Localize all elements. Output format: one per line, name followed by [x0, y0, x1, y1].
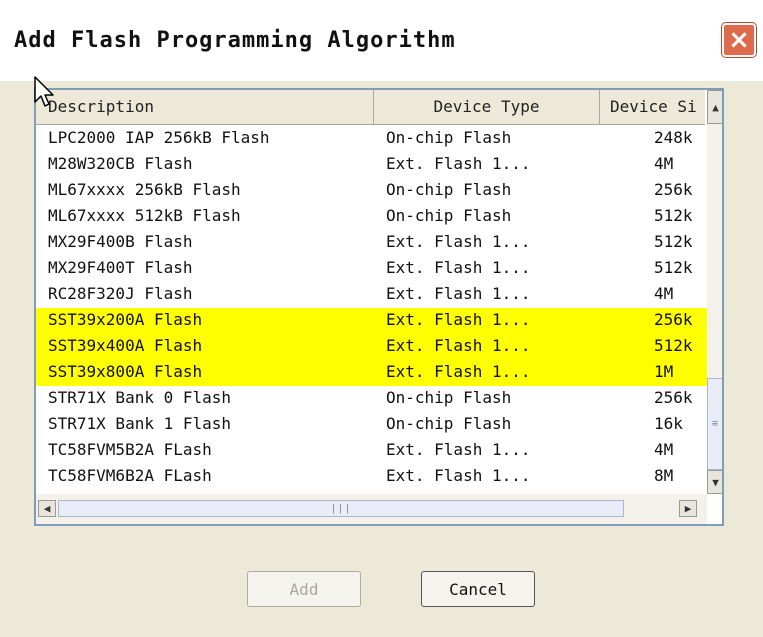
cell-device-size: 512k	[654, 258, 693, 277]
cell-description: SST39x200A Flash	[48, 310, 203, 329]
cell-device-type: Ext. Flash 1...	[386, 258, 531, 277]
cell-device-type: Ext. Flash 1...	[386, 336, 531, 355]
table-row[interactable]: SST39x400A Flash Ext. Flash 1... 512k	[36, 334, 708, 360]
cell-description: STR71X Bank 1 Flash	[48, 414, 232, 433]
cell-device-size: 1M	[654, 362, 674, 381]
cell-description: TC58FVM5B2A FLash	[48, 440, 212, 459]
cell-device-type: On-chip Flash	[386, 414, 512, 433]
scroll-left-button[interactable]: ◀	[38, 500, 56, 517]
table-row[interactable]: SST39x200A Flash Ext. Flash 1... 256k	[36, 308, 708, 334]
cell-device-type: Ext. Flash 1...	[386, 284, 531, 303]
cell-device-type: Ext. Flash 1...	[386, 310, 531, 329]
horizontal-scrollbar[interactable]: ◀ ||| ▶	[36, 494, 707, 524]
scroll-down-button[interactable]: ▼	[707, 470, 722, 494]
list-header: Description Device Type Device Si	[36, 90, 705, 125]
cell-description: SST39x800A Flash	[48, 362, 203, 381]
title-bar: Add Flash Programming Algorithm ×	[0, 0, 763, 80]
table-row[interactable]: TC58FVM5B2A FLash Ext. Flash 1... 4M	[36, 438, 708, 464]
table-row[interactable]: STR71X Bank 0 Flash On-chip Flash 256k	[36, 386, 708, 412]
cell-device-size: 256k	[654, 388, 693, 407]
add-button[interactable]: Add	[247, 571, 361, 607]
cell-device-type: Ext. Flash 1...	[386, 440, 531, 459]
cell-description: ML67xxxx 512kB Flash	[48, 206, 241, 225]
table-row[interactable]: M28W320CB Flash Ext. Flash 1... 4M	[36, 152, 708, 178]
window-title: Add Flash Programming Algorithm	[14, 28, 456, 53]
table-row[interactable]: RC28F320J Flash Ext. Flash 1... 4M	[36, 282, 708, 308]
cell-description: MX29F400T Flash	[48, 258, 193, 277]
grip-icon: ≡	[711, 418, 720, 430]
vertical-scroll-thumb[interactable]: ≡	[707, 378, 722, 470]
table-row[interactable]: STR71X Bank 1 Flash On-chip Flash 16k	[36, 412, 708, 438]
table-row[interactable]: LPC2000 IAP 256kB Flash On-chip Flash 248k	[36, 126, 708, 152]
cell-description: ML67xxxx 256kB Flash	[48, 180, 241, 199]
cell-description: TC58FVM6B2A FLash	[48, 466, 212, 485]
algorithm-list[interactable]: Description Device Type Device Si LPC200…	[34, 88, 724, 526]
table-row[interactable]: MX29F400T Flash Ext. Flash 1... 512k	[36, 256, 708, 282]
table-row[interactable]: TC58FVM6B2A FLash Ext. Flash 1... 8M	[36, 464, 708, 490]
cell-description: MX29F400B Flash	[48, 232, 193, 251]
cell-device-size: 4M	[654, 440, 674, 459]
close-button[interactable]: ×	[721, 22, 757, 58]
cell-description: STR71X Bank 0 Flash	[48, 388, 232, 407]
cell-description: RC28F320J Flash	[48, 284, 193, 303]
cell-device-type: Ext. Flash 1...	[386, 466, 531, 485]
cell-device-size: 8M	[654, 466, 674, 485]
cell-description: SST39x400A Flash	[48, 336, 203, 355]
column-header-device-size[interactable]: Device Si	[600, 90, 707, 124]
scroll-right-button[interactable]: ▶	[679, 500, 697, 517]
cell-device-size: 512k	[654, 206, 693, 225]
chevron-up-icon: ▲	[712, 100, 719, 114]
title-separator	[0, 80, 763, 81]
mouse-cursor-icon	[34, 76, 54, 112]
grip-icon: |||	[330, 503, 352, 514]
chevron-down-icon: ▼	[712, 475, 719, 489]
table-row[interactable]: ML67xxxx 512kB Flash On-chip Flash 512k	[36, 204, 708, 230]
cell-description: M28W320CB Flash	[48, 154, 193, 173]
cell-device-type: On-chip Flash	[386, 388, 512, 407]
chevron-left-icon: ◀	[43, 502, 51, 515]
chevron-right-icon: ▶	[684, 502, 692, 515]
cell-device-size: 512k	[654, 232, 693, 251]
table-row[interactable]: SST39x800A Flash Ext. Flash 1... 1M	[36, 360, 708, 386]
horizontal-scroll-thumb[interactable]: |||	[58, 500, 624, 517]
cell-device-type: On-chip Flash	[386, 206, 512, 225]
cell-device-size: 512k	[654, 336, 693, 355]
scroll-up-button[interactable]: ▲	[707, 90, 722, 124]
cell-device-type: Ext. Flash 1...	[386, 154, 531, 173]
cell-device-type: On-chip Flash	[386, 180, 512, 199]
close-icon: ×	[728, 25, 750, 55]
column-header-device-type[interactable]: Device Type	[374, 90, 600, 124]
cell-device-size: 256k	[654, 180, 693, 199]
cell-device-type: On-chip Flash	[386, 128, 512, 147]
cell-description: LPC2000 IAP 256kB Flash	[48, 128, 270, 147]
cell-device-size: 16k	[654, 414, 683, 433]
cancel-button[interactable]: Cancel	[421, 571, 535, 607]
table-row[interactable]: MX29F400B Flash Ext. Flash 1... 512k	[36, 230, 708, 256]
cell-device-size: 4M	[654, 284, 674, 303]
cell-device-size: 4M	[654, 154, 674, 173]
column-header-description[interactable]: Description	[36, 90, 374, 124]
vertical-scrollbar[interactable]: ▲ ≡ ▼	[707, 90, 722, 494]
cell-device-size: 248k	[654, 128, 693, 147]
cell-device-size: 256k	[654, 310, 693, 329]
cell-device-type: Ext. Flash 1...	[386, 232, 531, 251]
table-row[interactable]: ML67xxxx 256kB Flash On-chip Flash 256k	[36, 178, 708, 204]
cell-device-type: Ext. Flash 1...	[386, 362, 531, 381]
